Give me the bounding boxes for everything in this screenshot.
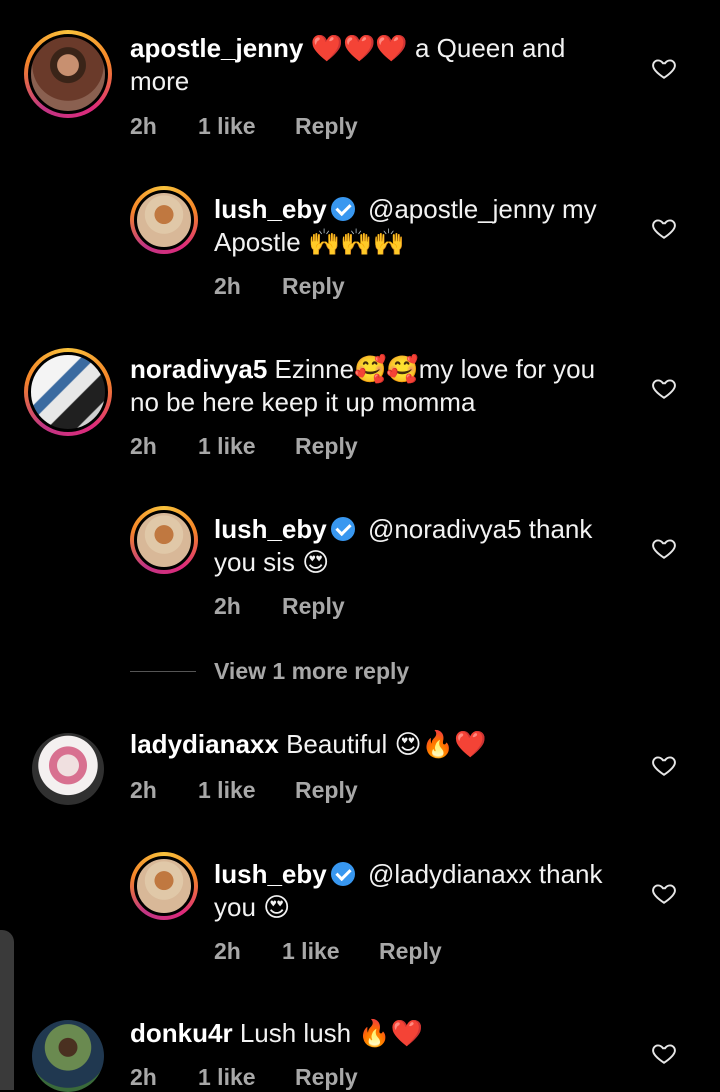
- comment-text: ladydianaxx Beautiful 😍🔥❤️: [130, 728, 630, 761]
- comment-text: lush_eby @apostle_jenny my Apostle 🙌🙌🙌: [214, 193, 634, 259]
- verified-badge-icon: [330, 517, 355, 541]
- avatar[interactable]: [32, 1020, 104, 1092]
- comment-username[interactable]: lush_eby: [214, 859, 327, 889]
- comment-username[interactable]: ladydianaxx: [130, 729, 279, 759]
- heart-outline-icon[interactable]: [651, 880, 677, 906]
- comment-likes[interactable]: 1 like: [198, 777, 295, 804]
- view-more-label: View 1 more reply: [214, 658, 410, 684]
- avatar[interactable]: [24, 30, 112, 118]
- avatar[interactable]: [130, 186, 198, 254]
- reply-button[interactable]: Reply: [295, 433, 358, 460]
- comment-likes[interactable]: 1 like: [198, 1064, 295, 1091]
- verified-badge-icon: [330, 862, 355, 886]
- reply-button[interactable]: Reply: [282, 593, 345, 620]
- comment-body: Beautiful 😍🔥❤️: [286, 729, 487, 759]
- avatar[interactable]: [24, 348, 112, 436]
- reply-button[interactable]: Reply: [295, 1064, 358, 1091]
- comment-time: 2h: [214, 938, 241, 964]
- avatar[interactable]: [130, 506, 198, 574]
- avatar[interactable]: [130, 852, 198, 920]
- comment-text: lush_eby @noradivya5 thank you sis 😍: [214, 513, 634, 579]
- comment-meta: 2h 1 like Reply: [214, 938, 442, 965]
- comment-meta: 2h Reply: [214, 593, 345, 620]
- comment-meta: 2h 1 like Reply: [130, 777, 358, 804]
- comment-username[interactable]: lush_eby: [214, 514, 327, 544]
- comment-time: 2h: [130, 1064, 157, 1090]
- comment-body: Lush lush 🔥❤️: [239, 1018, 424, 1048]
- reply-button[interactable]: Reply: [295, 777, 358, 804]
- comment-meta: 2h 1 like Reply: [130, 113, 358, 140]
- heart-outline-icon[interactable]: [651, 375, 677, 401]
- heart-outline-icon[interactable]: [651, 752, 677, 778]
- comment-time: 2h: [214, 593, 241, 619]
- heart-outline-icon[interactable]: [651, 535, 677, 561]
- verified-badge-icon: [330, 197, 355, 221]
- divider: [130, 671, 196, 672]
- reply-button[interactable]: Reply: [295, 113, 358, 140]
- comment-text: apostle_jenny ❤️❤️❤️ a Queen and more: [130, 32, 610, 98]
- reply-button[interactable]: Reply: [282, 273, 345, 300]
- heart-outline-icon[interactable]: [651, 55, 677, 81]
- comment-meta: 2h 1 like Reply: [130, 433, 358, 460]
- comment-username[interactable]: donku4r: [130, 1018, 233, 1048]
- heart-outline-icon[interactable]: [651, 215, 677, 241]
- avatar[interactable]: [32, 733, 104, 805]
- comment-text: noradivya5 Ezinne🥰🥰my love for you no be…: [130, 353, 630, 419]
- comment-likes[interactable]: 1 like: [198, 113, 295, 140]
- comment-time: 2h: [214, 273, 241, 299]
- comment-meta: 2h Reply: [214, 273, 345, 300]
- comment-time: 2h: [130, 777, 157, 803]
- view-more-replies-button[interactable]: View 1 more reply: [130, 658, 409, 685]
- comment-likes[interactable]: 1 like: [198, 433, 295, 460]
- comment-text: donku4r Lush lush 🔥❤️: [130, 1017, 630, 1050]
- comment-text: lush_eby @ladydianaxx thank you 😍: [214, 858, 634, 924]
- comment-meta: 2h 1 like Reply: [130, 1064, 358, 1091]
- comment-username[interactable]: noradivya5: [130, 354, 267, 384]
- comment-likes[interactable]: 1 like: [282, 938, 379, 965]
- comment-username[interactable]: apostle_jenny: [130, 33, 303, 63]
- heart-outline-icon[interactable]: [651, 1040, 677, 1066]
- edge-panel-handle[interactable]: [0, 930, 14, 1090]
- comment-time: 2h: [130, 433, 157, 459]
- comment-username[interactable]: lush_eby: [214, 194, 327, 224]
- comment-time: 2h: [130, 113, 157, 139]
- reply-button[interactable]: Reply: [379, 938, 442, 965]
